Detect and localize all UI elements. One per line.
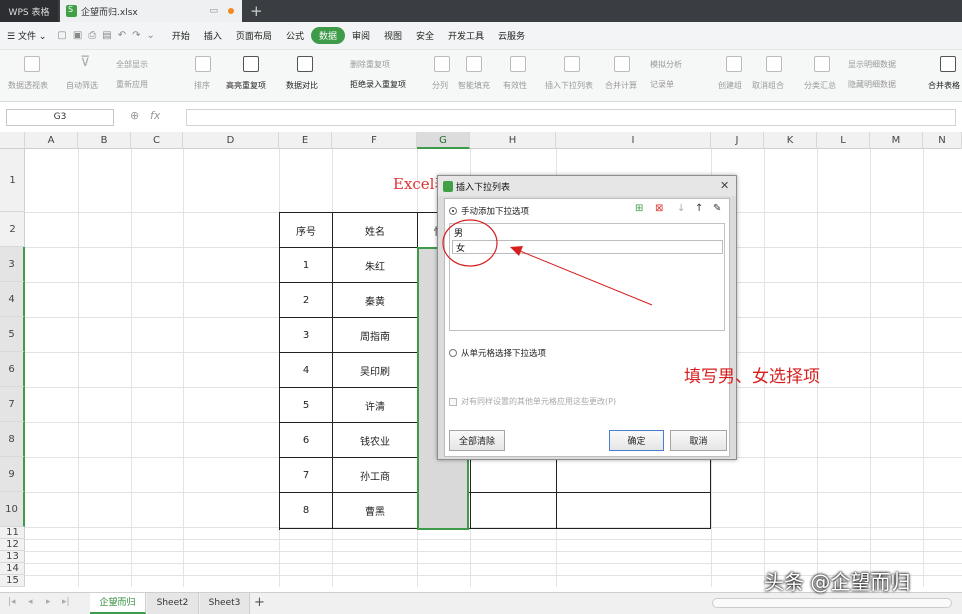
annotation-text: 填写男、女选择项: [684, 367, 820, 387]
sheet-tab-1[interactable]: 企望而归: [90, 593, 146, 614]
sheet-tab-3[interactable]: Sheet3: [200, 593, 250, 614]
watermark: 头条 @企望而归: [764, 570, 911, 594]
horizontal-scrollbar[interactable]: [712, 598, 952, 608]
first-sheet-icon[interactable]: |◂: [8, 597, 16, 607]
annotation-arrow-line: [519, 250, 653, 306]
sheet-tab-bar: |◂ ◂ ▸ ▸| 企望而归 Sheet2 Sheet3 +: [0, 592, 962, 614]
last-sheet-icon[interactable]: ▸|: [62, 597, 70, 607]
sheet-tab-2[interactable]: Sheet2: [147, 593, 199, 614]
next-sheet-icon[interactable]: ▸: [46, 597, 51, 607]
add-sheet-plus-icon[interactable]: +: [254, 593, 265, 613]
annotation-circle: [442, 219, 498, 267]
annotation-overlay: [442, 219, 653, 306]
prev-sheet-icon[interactable]: ◂: [28, 597, 33, 607]
